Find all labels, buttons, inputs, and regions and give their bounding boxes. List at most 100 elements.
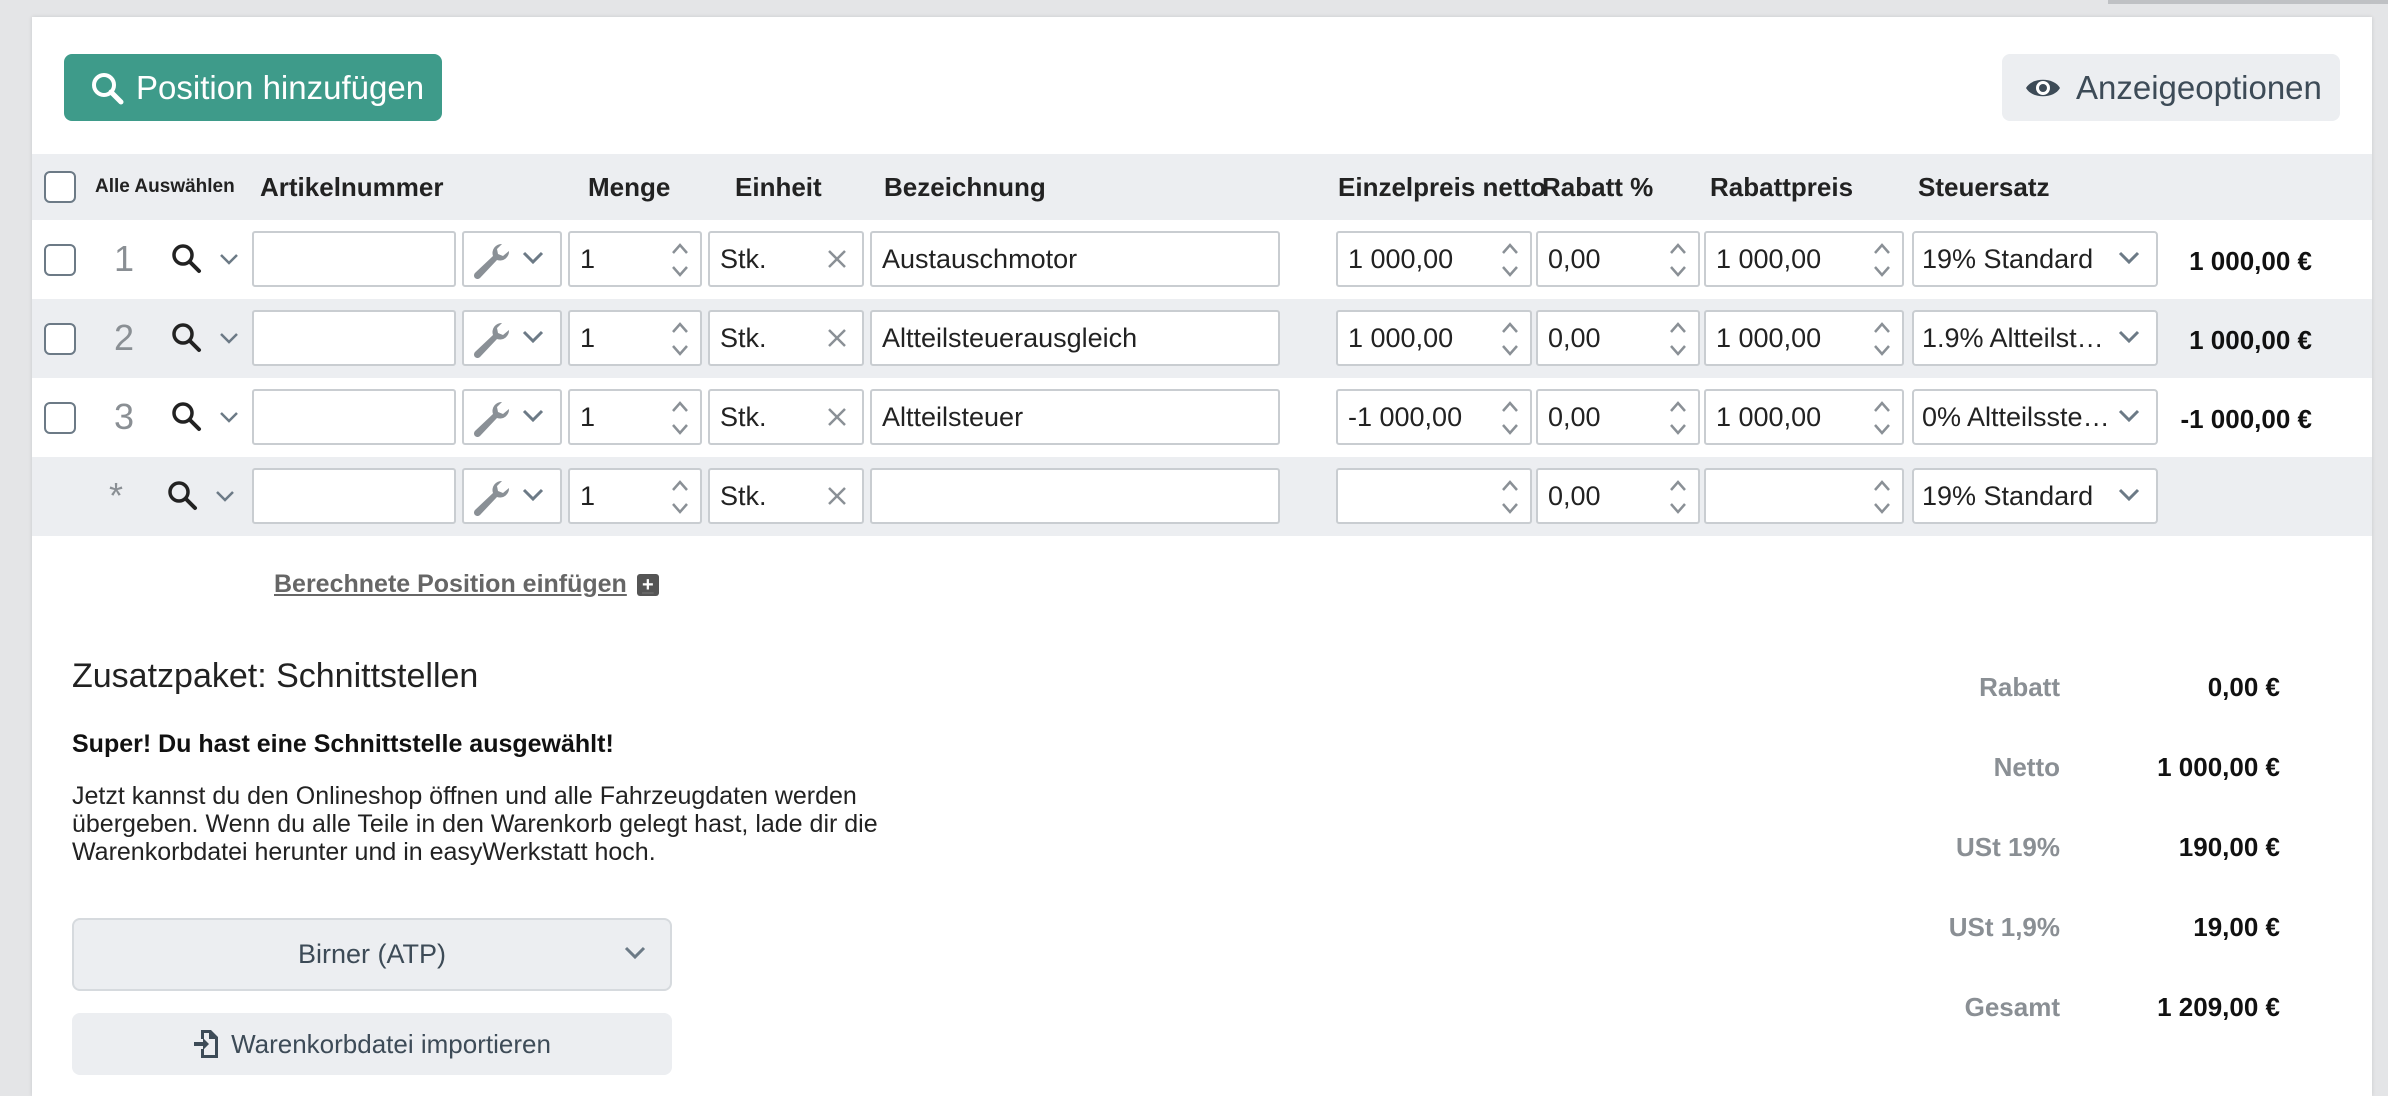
einzelpreis-input[interactable] <box>1336 468 1532 524</box>
header-artikelnummer[interactable]: Artikelnummer <box>260 154 444 220</box>
addon-subtitle: Super! Du hast eine Schnittstelle ausgew… <box>72 730 614 758</box>
spinner-icon[interactable] <box>1872 320 1892 358</box>
spinner-icon[interactable] <box>1668 399 1688 437</box>
search-icon[interactable] <box>166 479 198 511</box>
file-import-icon <box>193 1029 219 1059</box>
summary-label: Gesamt <box>1964 992 2060 1022</box>
spinner-icon[interactable] <box>670 320 690 358</box>
rabatt-input[interactable]: 0,00 <box>1536 468 1700 524</box>
bezeichnung-input[interactable] <box>870 468 1280 524</box>
spinner-icon[interactable] <box>1668 478 1688 516</box>
spinner-icon[interactable] <box>670 241 690 279</box>
display-options-label: Anzeigeoptionen <box>2076 68 2322 106</box>
spinner-icon[interactable] <box>1668 320 1688 358</box>
chevron-down-icon <box>520 486 546 504</box>
close-icon[interactable] <box>826 327 848 349</box>
chevron-down-icon[interactable] <box>214 489 236 503</box>
insert-calculated-position-link[interactable]: Berechnete Position einfügen + <box>274 570 659 599</box>
artikelnummer-input[interactable] <box>252 468 456 524</box>
import-cart-button[interactable]: Warenkorbdatei importieren <box>72 1013 672 1075</box>
rabattpreis-input[interactable] <box>1704 468 1904 524</box>
wrench-icon <box>472 399 512 437</box>
header-menge[interactable]: Menge <box>588 154 670 220</box>
artikelnummer-input[interactable] <box>252 310 456 366</box>
header-rabatt[interactable]: Rabatt % <box>1542 154 1653 220</box>
tools-dropdown[interactable] <box>462 468 562 524</box>
spinner-icon[interactable] <box>1500 478 1520 516</box>
addon-title: Zusatzpaket: Schnittstellen <box>72 657 479 695</box>
rabatt-input[interactable]: 0,00 <box>1536 389 1700 445</box>
summary-value: 19,00 € <box>2193 912 2280 942</box>
menge-input[interactable]: 1 <box>568 310 702 366</box>
summary-value: 1 000,00 € <box>2157 752 2280 782</box>
tools-dropdown[interactable] <box>462 231 562 287</box>
spinner-icon[interactable] <box>1872 478 1892 516</box>
chevron-down-icon[interactable] <box>218 252 240 266</box>
row-checkbox[interactable] <box>44 402 76 434</box>
search-icon[interactable] <box>170 242 202 274</box>
row-checkbox[interactable] <box>44 244 76 276</box>
search-icon[interactable] <box>170 321 202 353</box>
bezeichnung-input[interactable]: Altteilsteuerausgleich <box>870 310 1280 366</box>
chevron-down-icon[interactable] <box>218 331 240 345</box>
new-row: * 1 Stk. 0,00 19% Standard <box>32 457 2372 536</box>
window-edge <box>2108 0 2388 4</box>
bezeichnung-input[interactable]: Austauschmotor <box>870 231 1280 287</box>
header-einzelpreis[interactable]: Einzelpreis netto <box>1338 154 1546 220</box>
table-row: 3 1 Stk. Altteilsteuer -1 000,00 0,00 1 … <box>32 378 2372 457</box>
close-icon[interactable] <box>826 248 848 270</box>
provider-select[interactable]: Birner (ATP) <box>72 918 672 991</box>
spinner-icon[interactable] <box>1500 399 1520 437</box>
header-einheit[interactable]: Einheit <box>735 154 822 220</box>
header-steuersatz[interactable]: Steuersatz <box>1918 154 2050 220</box>
summary-label: USt 19% <box>1955 832 2060 862</box>
spinner-icon[interactable] <box>1872 241 1892 279</box>
select-all-checkbox[interactable] <box>44 171 76 203</box>
tools-dropdown[interactable] <box>462 310 562 366</box>
rabattpreis-input[interactable]: 1 000,00 <box>1704 231 1904 287</box>
header-bezeichnung[interactable]: Bezeichnung <box>884 154 1046 220</box>
search-icon <box>90 71 124 105</box>
einzelpreis-input[interactable]: 1 000,00 <box>1336 231 1532 287</box>
row-total: 1 000,00 € <box>2189 325 2312 355</box>
menge-input[interactable]: 1 <box>568 389 702 445</box>
row-checkbox[interactable] <box>44 323 76 355</box>
rabatt-input[interactable]: 0,00 <box>1536 310 1700 366</box>
new-row-marker: * <box>108 475 123 516</box>
bezeichnung-input[interactable]: Altteilsteuer <box>870 389 1280 445</box>
einheit-input[interactable]: Stk. <box>708 231 864 287</box>
search-icon[interactable] <box>170 400 202 432</box>
table-header: Alle Auswählen Artikelnummer Menge Einhe… <box>32 154 2372 220</box>
close-icon[interactable] <box>826 485 848 507</box>
einzelpreis-input[interactable]: -1 000,00 <box>1336 389 1532 445</box>
close-icon[interactable] <box>826 406 848 428</box>
spinner-icon[interactable] <box>1500 320 1520 358</box>
menge-input[interactable]: 1 <box>568 231 702 287</box>
chevron-down-icon <box>520 249 546 267</box>
spinner-icon[interactable] <box>670 399 690 437</box>
spinner-icon[interactable] <box>1668 241 1688 279</box>
display-options-button[interactable]: Anzeigeoptionen <box>2002 54 2340 121</box>
spinner-icon[interactable] <box>670 478 690 516</box>
artikelnummer-input[interactable] <box>252 231 456 287</box>
rabattpreis-input[interactable]: 1 000,00 <box>1704 310 1904 366</box>
summary-label: Rabatt <box>1979 672 2060 702</box>
spinner-icon[interactable] <box>1872 399 1892 437</box>
chevron-down-icon <box>622 944 648 962</box>
chevron-down-icon[interactable] <box>218 410 240 424</box>
addon-description: Jetzt kannst du den Onlineshop öffnen un… <box>72 782 878 866</box>
einheit-input[interactable]: Stk. <box>708 468 864 524</box>
artikelnummer-input[interactable] <box>252 389 456 445</box>
tools-dropdown[interactable] <box>462 389 562 445</box>
rabattpreis-input[interactable]: 1 000,00 <box>1704 389 1904 445</box>
spinner-icon[interactable] <box>1500 241 1520 279</box>
einheit-input[interactable]: Stk. <box>708 310 864 366</box>
einheit-input[interactable]: Stk. <box>708 389 864 445</box>
header-rabattpreis[interactable]: Rabattpreis <box>1710 154 1853 220</box>
steuersatz-select[interactable]: 19% Standard <box>1912 468 2158 524</box>
row-total: -1 000,00 € <box>2180 404 2312 434</box>
add-position-button[interactable]: Position hinzufügen <box>64 54 442 121</box>
rabatt-input[interactable]: 0,00 <box>1536 231 1700 287</box>
einzelpreis-input[interactable]: 1 000,00 <box>1336 310 1532 366</box>
menge-input[interactable]: 1 <box>568 468 702 524</box>
